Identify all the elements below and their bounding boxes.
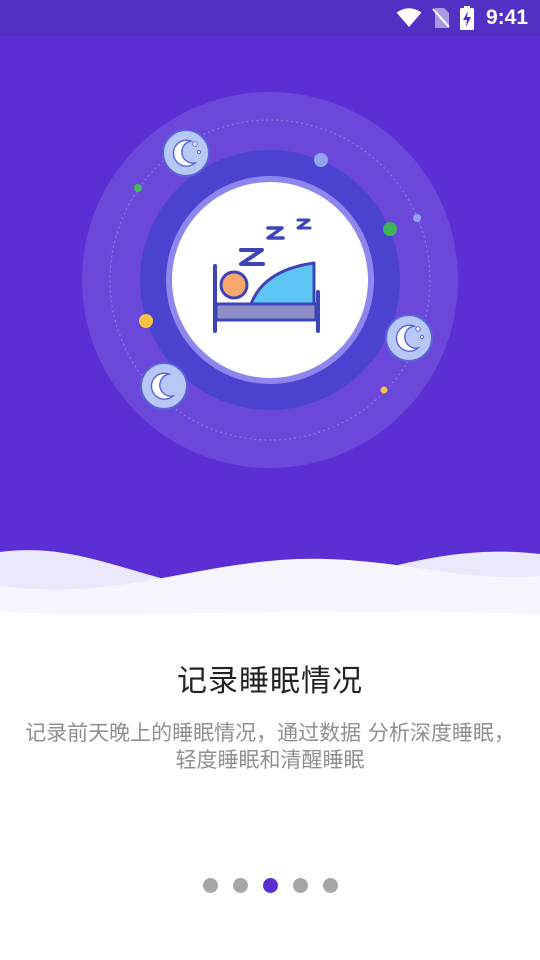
status-time: 9:41 [485,6,528,29]
page-title: 记录睡眠情况 [177,664,363,699]
floating-dot [134,184,142,192]
hero-background [0,0,540,620]
battery-charging-icon [459,6,474,30]
page-dot-2[interactable] [232,878,248,893]
page-dot-1[interactable] [202,878,218,893]
wave-divider [0,550,540,630]
page-dot-3-active[interactable] [262,878,278,893]
floating-dot [314,153,328,167]
status-bar: 9:41 [0,0,540,36]
sleep-illustration [82,92,458,468]
status-icons: 9:41 [396,0,528,36]
page-dot-4[interactable] [292,878,308,893]
floating-dot [139,314,153,328]
onboarding-screen: 9:41 记录睡眠情况 记录前天晚上的睡眠情况，通过数据 分析深度睡眠，轻度睡眠… [0,0,540,960]
wifi-icon [396,8,422,27]
moon-icon [162,129,210,177]
moon-icon [385,314,433,362]
no-sim-icon [432,8,450,28]
moon-icon [140,362,188,410]
onboarding-content: 记录睡眠情况 记录前天晚上的睡眠情况，通过数据 分析深度睡眠，轻度睡眠和清醒睡眠 [0,620,540,960]
page-dot-5[interactable] [322,878,338,893]
floating-dot [383,222,397,236]
page-description: 记录前天晚上的睡眠情况，通过数据 分析深度睡眠，轻度睡眠和清醒睡眠 [25,721,515,772]
page-indicator[interactable] [0,878,540,894]
floating-dot [380,386,388,394]
floating-dot [413,214,421,222]
